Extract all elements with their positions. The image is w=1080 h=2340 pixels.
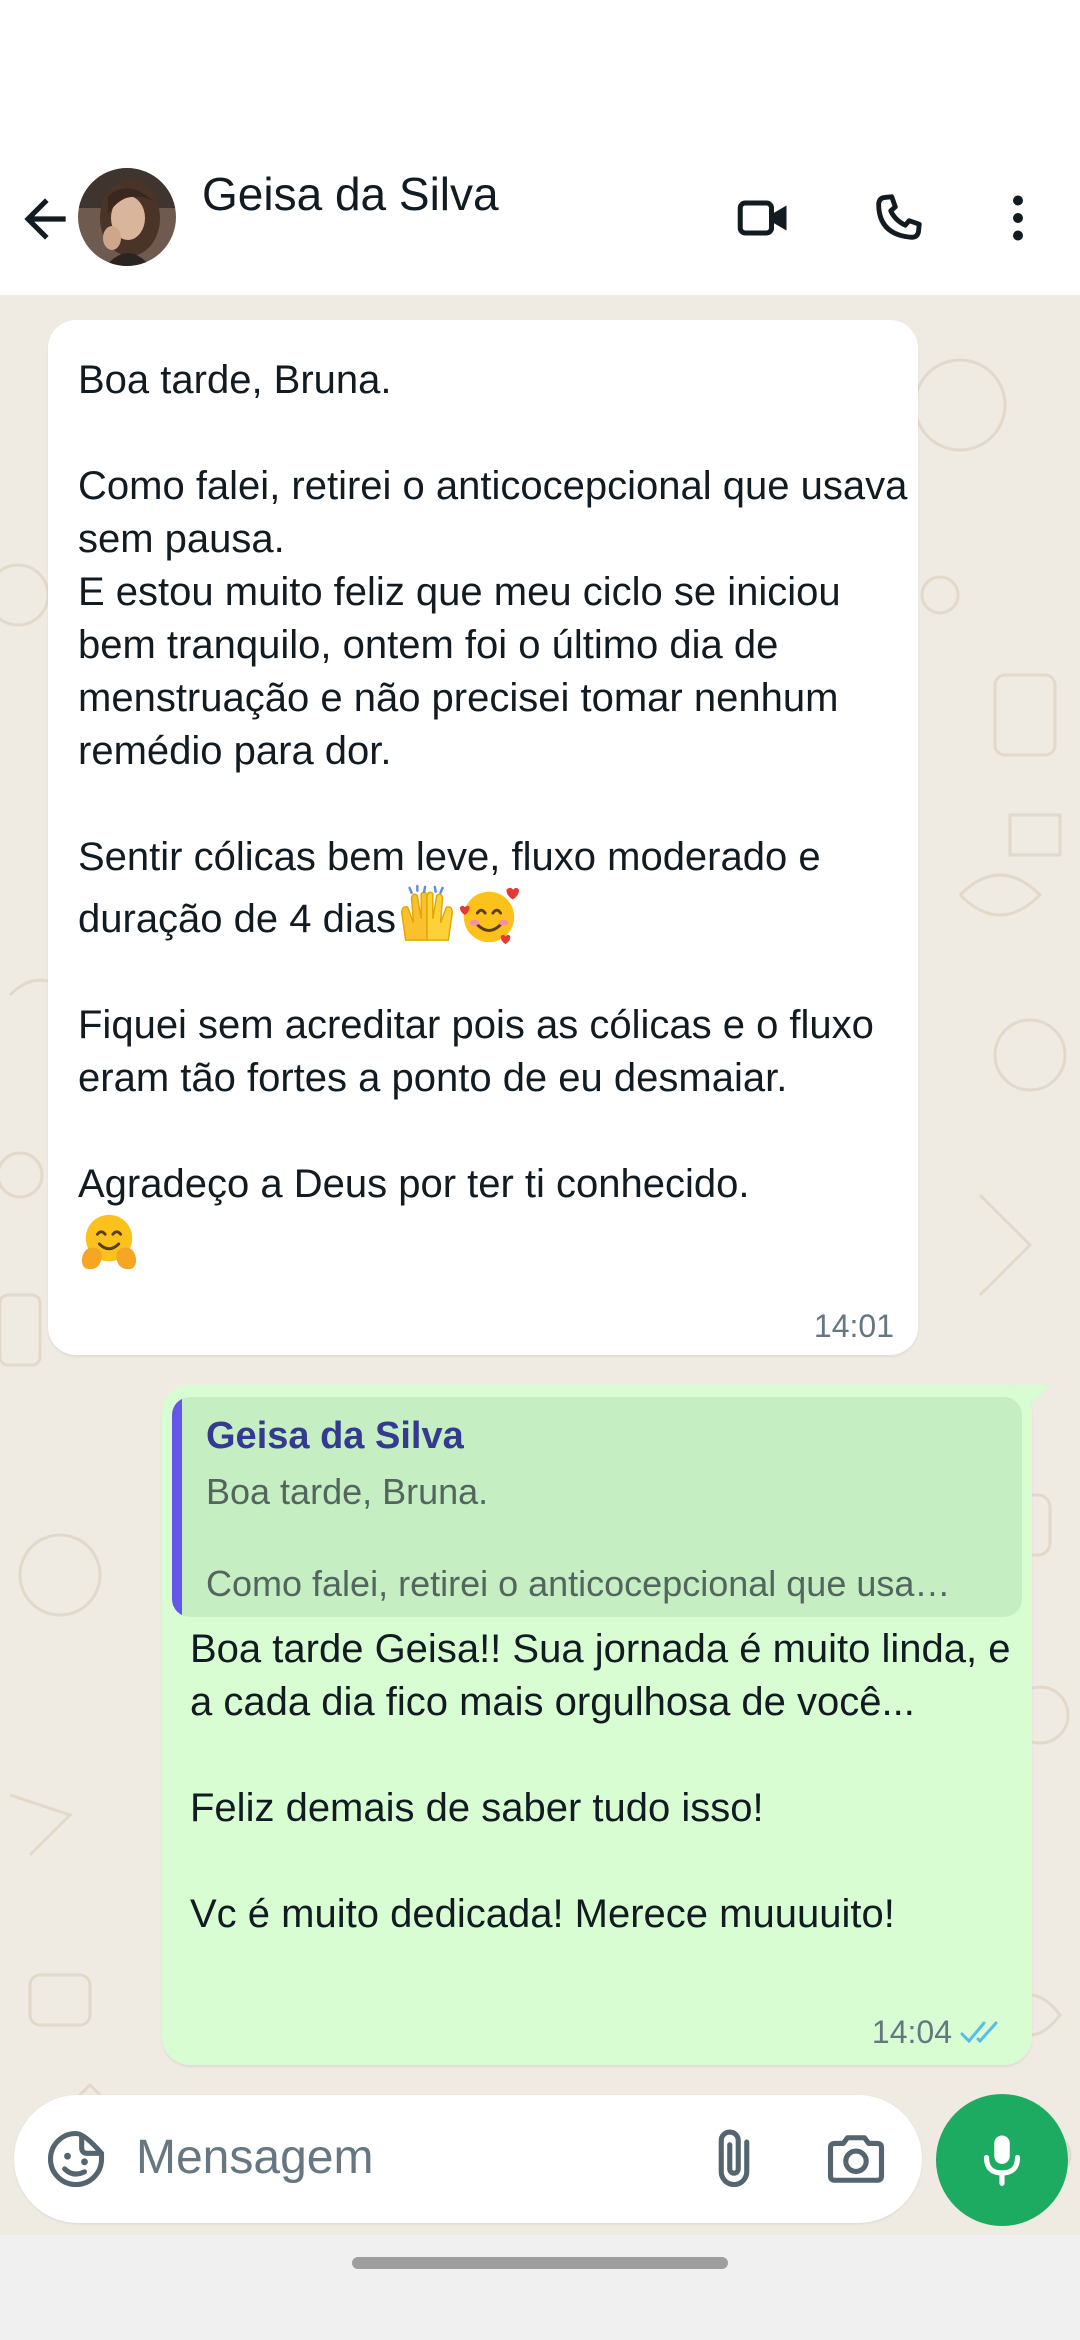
incoming-message-text: Boa tarde, Bruna. Como falei, retirei o …	[78, 354, 908, 1273]
back-button[interactable]	[14, 188, 76, 250]
back-arrow-icon	[24, 198, 66, 240]
message-composer: Mensagem	[14, 2095, 922, 2223]
voice-call-button[interactable]	[862, 182, 934, 254]
incoming-message[interactable]: Boa tarde, Bruna. Como falei, retirei o …	[48, 320, 918, 1355]
voice-call-icon	[876, 194, 922, 240]
message-time: 14:04	[871, 2014, 952, 2050]
home-gesture-handle[interactable]	[352, 2257, 728, 2269]
smiling-face-with-hearts-emoji	[459, 887, 520, 945]
camera-button[interactable]	[822, 2125, 890, 2193]
hugging-face-emoji	[81, 1214, 137, 1270]
paperclip-icon	[718, 2129, 750, 2188]
sticker-button[interactable]	[42, 2125, 110, 2193]
quote-bar	[172, 1397, 182, 1617]
sticker-icon	[47, 2130, 105, 2188]
video-call-icon	[737, 200, 787, 236]
quoted-sender-name: Geisa da Silva	[206, 1415, 464, 1457]
chat-header: Geisa da Silva	[0, 160, 1080, 295]
chat-area[interactable]: Boa tarde, Bruna. Como falei, retirei o …	[0, 295, 1080, 2235]
more-options-button[interactable]	[982, 182, 1054, 254]
microphone-icon	[983, 2135, 1021, 2186]
quoted-message[interactable]: Geisa da Silva Boa tarde, Bruna. Como fa…	[172, 1397, 1022, 1617]
voice-message-button[interactable]	[936, 2094, 1068, 2226]
message-input[interactable]: Mensagem	[136, 2125, 373, 2191]
contact-photo	[78, 168, 176, 266]
system-navigation-bar	[0, 2235, 1080, 2340]
contact-name[interactable]: Geisa da Silva	[202, 164, 499, 224]
camera-icon	[827, 2135, 885, 2183]
status-bar	[0, 0, 1080, 160]
outgoing-message-text: Boa tarde Geisa!! Sua jornada é muito li…	[190, 1627, 1011, 1936]
raising-hands-emoji	[401, 884, 453, 941]
outgoing-message[interactable]: Geisa da Silva Boa tarde, Bruna. Como fa…	[162, 1385, 1032, 2065]
more-options-icon	[1013, 195, 1023, 241]
video-call-button[interactable]	[728, 182, 800, 254]
read-receipt-icon	[960, 2021, 998, 2044]
quoted-message-text: Boa tarde, Bruna. Como falei, retirei o …	[206, 1471, 951, 1604]
avatar[interactable]	[78, 168, 176, 266]
message-time: 14:01	[813, 1308, 894, 1344]
attach-button[interactable]	[700, 2125, 768, 2193]
